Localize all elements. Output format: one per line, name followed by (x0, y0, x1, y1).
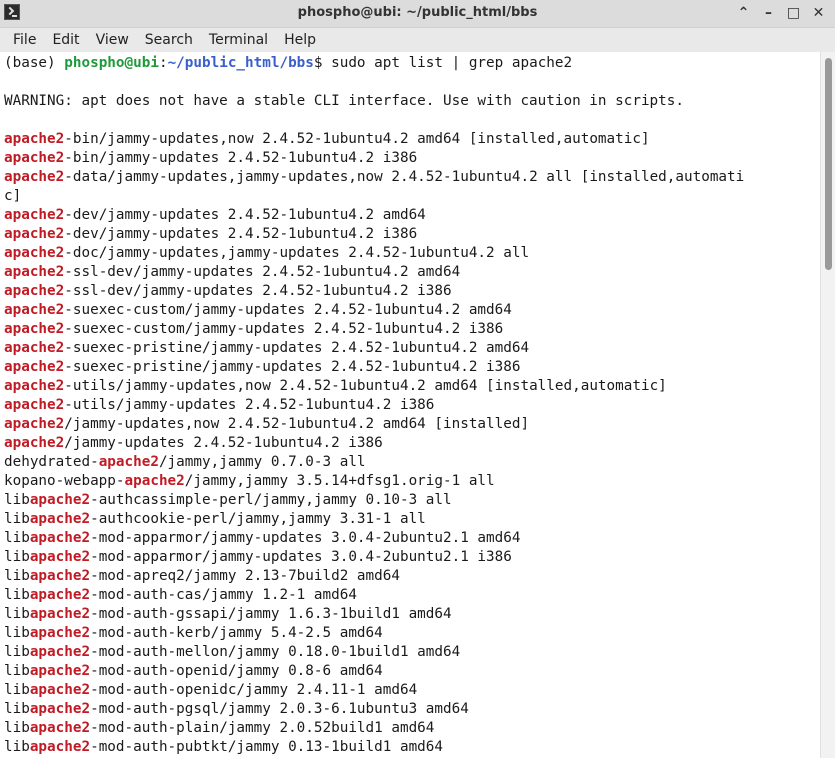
match-highlight: apache2 (4, 302, 65, 318)
match-highlight: apache2 (4, 207, 65, 223)
match-highlight: apache2 (4, 226, 65, 242)
minimize-button[interactable]: – (756, 2, 781, 24)
menu-file[interactable]: File (5, 28, 44, 52)
prompt-symbol: $ (313, 55, 332, 71)
match-highlight: apache2 (29, 625, 91, 641)
command-output: WARNING: apt does not have a stable CLI … (4, 73, 821, 757)
output-line: apache2-dev/jammy-updates 2.4.52-1ubuntu… (4, 226, 418, 242)
prompt-command: sudo apt list | grep apache2 (331, 55, 573, 71)
output-line: apache2-suexec-custom/jammy-updates 2.4.… (4, 321, 504, 337)
window-title: phospho@ubi: ~/public_html/bbs (297, 5, 538, 20)
menu-help[interactable]: Help (276, 28, 324, 52)
vertical-scrollbar[interactable] (820, 52, 835, 758)
output-line: libapache2-mod-apreq2/jammy 2.13-7build2… (4, 568, 400, 584)
menu-edit[interactable]: Edit (44, 28, 87, 52)
match-highlight: apache2 (4, 283, 65, 299)
output-line: libapache2-mod-apparmor/jammy-updates 3.… (4, 549, 512, 565)
terminal-window: phospho@ubi: ~/public_html/bbs ⌃ – □ ✕ F… (0, 0, 835, 758)
match-highlight: apache2 (29, 739, 91, 755)
match-highlight: apache2 (4, 245, 65, 261)
scrollbar-thumb[interactable] (825, 58, 832, 270)
output-line: libapache2-mod-auth-cas/jammy 1.2-1 amd6… (4, 587, 357, 603)
output-line: dehydrated-apache2/jammy,jammy 0.7.0-3 a… (4, 454, 366, 470)
match-highlight: apache2 (29, 682, 91, 698)
match-highlight: apache2 (4, 131, 65, 147)
prompt-separator: : (158, 55, 168, 71)
output-line: apache2-utils/jammy-updates 2.4.52-1ubun… (4, 397, 435, 413)
match-highlight: apache2 (4, 264, 65, 280)
output-line: apache2-suexec-custom/jammy-updates 2.4.… (4, 302, 512, 318)
output-line: libapache2-mod-auth-plain/jammy 2.0.52bu… (4, 720, 435, 736)
output-line: libapache2-mod-auth-openid/jammy 0.8-6 a… (4, 663, 383, 679)
menu-bar: File Edit View Search Terminal Help (0, 28, 835, 53)
collapse-button[interactable]: ⌃ (731, 2, 756, 24)
output-line: apache2-suexec-pristine/jammy-updates 2.… (4, 359, 521, 375)
match-highlight: apache2 (29, 720, 91, 736)
output-line: libapache2-mod-auth-gssapi/jammy 1.6.3-1… (4, 606, 452, 622)
output-line: apache2-utils/jammy-updates,now 2.4.52-1… (4, 378, 667, 394)
output-line: apache2-data/jammy-updates,jammy-updates… (4, 169, 745, 185)
title-bar[interactable]: phospho@ubi: ~/public_html/bbs ⌃ – □ ✕ (0, 0, 835, 28)
match-highlight: apache2 (4, 435, 65, 451)
output-line: apache2-suexec-pristine/jammy-updates 2.… (4, 340, 530, 356)
match-highlight: apache2 (29, 530, 91, 546)
output-line: apache2-ssl-dev/jammy-updates 2.4.52-1ub… (4, 283, 452, 299)
output-line: libapache2-mod-auth-openidc/jammy 2.4.11… (4, 682, 418, 698)
output-line: WARNING: apt does not have a stable CLI … (4, 93, 684, 109)
match-highlight: apache2 (29, 663, 91, 679)
output-line: libapache2-authcassimple-perl/jammy,jamm… (4, 492, 452, 508)
output-line: libapache2-mod-auth-pubtkt/jammy 0.13-1b… (4, 739, 443, 755)
window-controls: ⌃ – □ ✕ (731, 2, 831, 24)
output-line: apache2-bin/jammy-updates,now 2.4.52-1ub… (4, 131, 650, 147)
output-line: c] (4, 188, 22, 204)
match-highlight: apache2 (4, 169, 65, 185)
close-button[interactable]: ✕ (806, 2, 831, 24)
prompt-env: (base) (4, 55, 65, 71)
match-highlight: apache2 (29, 511, 91, 527)
match-highlight: apache2 (4, 321, 65, 337)
maximize-button[interactable]: □ (781, 2, 806, 24)
match-highlight: apache2 (98, 454, 159, 470)
match-highlight: apache2 (4, 416, 65, 432)
menu-search[interactable]: Search (137, 28, 201, 52)
match-highlight: apache2 (29, 492, 91, 508)
menu-view[interactable]: View (88, 28, 137, 52)
match-highlight: apache2 (4, 397, 65, 413)
output-line: libapache2-authcookie-perl/jammy,jammy 3… (4, 511, 426, 527)
prompt-user-host: phospho@ubi (64, 55, 159, 71)
output-line: libapache2-mod-auth-kerb/jammy 5.4-2.5 a… (4, 625, 383, 641)
output-line: libapache2-mod-apparmor/jammy-updates 3.… (4, 530, 521, 546)
match-highlight: apache2 (29, 644, 91, 660)
output-line: apache2/jammy-updates 2.4.52-1ubuntu4.2 … (4, 435, 383, 451)
prompt-path: ~/public_html/bbs (167, 55, 314, 71)
match-highlight: apache2 (4, 150, 65, 166)
match-highlight: apache2 (29, 701, 91, 717)
terminal-output[interactable]: (base) phospho@ubi:~/public_html/bbs$ su… (0, 52, 821, 758)
output-line: apache2-bin/jammy-updates 2.4.52-1ubuntu… (4, 150, 418, 166)
match-highlight: apache2 (4, 359, 65, 375)
output-line: apache2/jammy-updates,now 2.4.52-1ubuntu… (4, 416, 530, 432)
match-highlight: apache2 (29, 549, 91, 565)
output-line: libapache2-mod-auth-pgsql/jammy 2.0.3-6.… (4, 701, 469, 717)
match-highlight: apache2 (124, 473, 185, 489)
match-highlight: apache2 (4, 340, 65, 356)
match-highlight: apache2 (4, 378, 65, 394)
output-line: apache2-dev/jammy-updates 2.4.52-1ubuntu… (4, 207, 426, 223)
menu-terminal[interactable]: Terminal (201, 28, 276, 52)
output-line: apache2-doc/jammy-updates,jammy-updates … (4, 245, 530, 261)
output-line: libapache2-mod-auth-mellon/jammy 0.18.0-… (4, 644, 461, 660)
prompt-line: (base) phospho@ubi:~/public_html/bbs$ su… (4, 54, 821, 73)
match-highlight: apache2 (29, 568, 91, 584)
output-line: kopano-webapp-apache2/jammy,jammy 3.5.14… (4, 473, 495, 489)
output-line: apache2-ssl-dev/jammy-updates 2.4.52-1ub… (4, 264, 461, 280)
match-highlight: apache2 (29, 587, 91, 603)
match-highlight: apache2 (29, 606, 91, 622)
